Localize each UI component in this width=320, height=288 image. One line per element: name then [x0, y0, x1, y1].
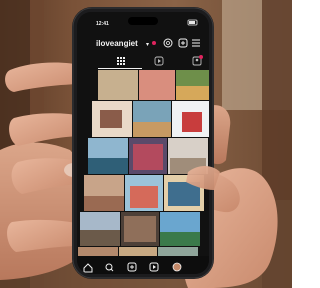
grid-post-detail	[160, 232, 200, 246]
grid-post[interactable]	[158, 247, 198, 257]
grid-post[interactable]	[98, 70, 138, 100]
active-tab-indicator	[98, 68, 142, 69]
dynamic-island	[128, 17, 158, 25]
grid-post[interactable]	[78, 247, 118, 257]
grid-post-detail	[133, 144, 163, 170]
grid-post-detail	[124, 216, 156, 242]
photo-grid	[78, 70, 209, 257]
photo-scene: 12:41 iloveangiet ▾	[0, 0, 292, 288]
username-chevron[interactable]: ▾	[146, 42, 149, 48]
grid-post-detail	[130, 186, 158, 208]
grid-post-detail	[80, 230, 120, 246]
grid-post-detail	[88, 158, 128, 174]
battery-level	[189, 21, 195, 24]
grid-tab-icon[interactable]	[117, 57, 125, 65]
scene-svg: 12:41 iloveangiet ▾	[0, 0, 292, 288]
grid-post-detail	[100, 110, 122, 128]
grid-post[interactable]	[119, 247, 157, 257]
grid-post[interactable]	[139, 70, 175, 100]
notification-dot	[152, 41, 156, 45]
status-time: 12:41	[96, 21, 109, 27]
profile-username[interactable]: iloveangiet	[96, 39, 138, 48]
grid-post-detail	[133, 122, 171, 137]
grid-post-detail	[84, 196, 124, 211]
grid-post-detail	[182, 112, 202, 132]
profile-avatar[interactable]	[172, 262, 182, 272]
bottom-nav	[77, 256, 209, 274]
